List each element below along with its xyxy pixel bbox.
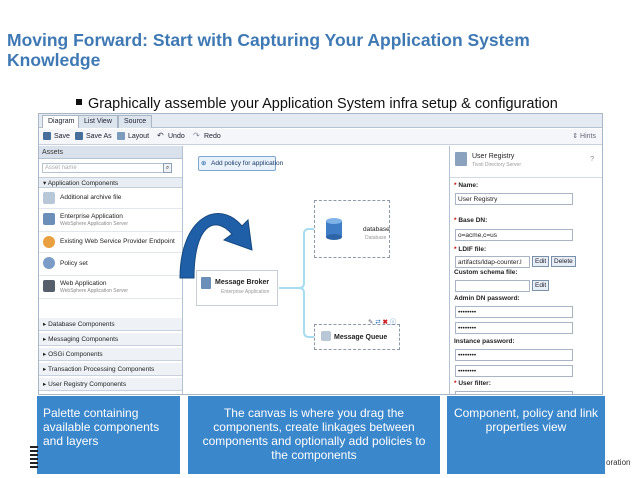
palette-category-user-registry[interactable]: ▸ User Registry Components: [39, 378, 182, 391]
redo-icon: ↷: [193, 131, 200, 140]
asset-search-input[interactable]: Asset name: [42, 163, 168, 173]
policy-set-icon: [43, 257, 55, 269]
web-service-icon: [43, 236, 55, 248]
schema-file-label: Custom schema file:: [454, 269, 518, 276]
ldif-edit-button[interactable]: Edit: [532, 256, 550, 267]
link-broker-database[interactable]: [279, 228, 314, 289]
canvas-callout: The canvas is where you drag the compone…: [188, 396, 440, 474]
view-tabs: Diagram List View Source: [39, 114, 602, 128]
save-icon: [43, 132, 51, 140]
user-registry-icon: [455, 152, 467, 166]
save-button[interactable]: Save: [43, 132, 70, 140]
curved-arrow: [179, 213, 253, 279]
properties-panel: User Registry Tivoli Directory Server ? …: [449, 146, 602, 394]
slide-bullet: Graphically assemble your Application Sy…: [76, 96, 558, 112]
admin-password-confirm[interactable]: ••••••••: [455, 322, 573, 334]
edit-icon[interactable]: ✎: [368, 319, 373, 326]
hints-icon: ⇕: [572, 133, 581, 140]
archive-icon: [43, 192, 55, 204]
palette-category-osgi[interactable]: ▸ OSGi Components: [39, 348, 182, 361]
properties-callout: Component, policy and link properties vi…: [447, 396, 605, 474]
ldif-file-label: * LDIF file:: [454, 246, 487, 253]
info-icon[interactable]: ⓘ: [390, 319, 397, 326]
palette-callout: Palette containing available components …: [37, 396, 180, 474]
palette-group-application-components[interactable]: ▾ Application Components: [39, 177, 182, 188]
ldif-file-field[interactable]: artifacts/ldap-counter.l: [455, 256, 530, 268]
layout-icon: [117, 132, 125, 140]
help-icon[interactable]: ?: [590, 156, 594, 163]
palette-item[interactable]: Policy set: [39, 254, 182, 276]
node-actions: ✎ ⇄ ✖ ⓘ: [368, 316, 396, 326]
palette-category-transaction[interactable]: ▸ Transaction Processing Components: [39, 363, 182, 376]
schema-file-field[interactable]: [455, 280, 530, 292]
name-label: * Name:: [454, 182, 479, 189]
add-policy-button[interactable]: ⊕ Add policy for application: [198, 156, 283, 171]
save-as-icon: [75, 132, 83, 140]
palette-item[interactable]: Existing Web Service Provider Endpoint: [39, 233, 182, 253]
instance-password-field[interactable]: ••••••••: [455, 349, 573, 361]
add-policy-icon: ⊕: [201, 160, 207, 167]
base-dn-field[interactable]: o=acme,c=us: [455, 229, 573, 241]
footer-corner-text: oration: [606, 458, 631, 467]
bullet-marker: [76, 99, 82, 106]
tab-list-view[interactable]: List View: [78, 115, 118, 128]
web-application-icon: [43, 280, 55, 292]
properties-title: User Registry: [472, 153, 515, 160]
logo-stripes-icon: [30, 446, 38, 468]
palette-item[interactable]: Enterprise Application WebSphere Applica…: [39, 210, 182, 232]
palette-item[interactable]: Web Application WebSphere Application Se…: [39, 277, 182, 299]
tab-diagram[interactable]: Diagram: [42, 115, 81, 128]
properties-header: User Registry Tivoli Directory Server ?: [450, 146, 602, 178]
palette-category-messaging[interactable]: ▸ Messaging Components: [39, 333, 182, 346]
schema-edit-button[interactable]: Edit: [532, 280, 550, 291]
palette-category-database[interactable]: ▸ Database Components: [39, 318, 182, 331]
save-as-button[interactable]: Save As: [75, 132, 112, 140]
user-filter-field[interactable]: [455, 391, 573, 394]
hints-button[interactable]: ⇕ Hints: [572, 132, 596, 140]
bullet-text: Graphically assemble your Application Sy…: [88, 96, 558, 112]
user-filter-label: * User filter:: [454, 380, 491, 387]
enterprise-application-icon: [43, 213, 55, 225]
undo-icon: ↶: [157, 131, 164, 140]
diagram-canvas[interactable]: ⊕ Add policy for application Message Brok…: [179, 146, 448, 394]
palette-item[interactable]: Additional archive file: [39, 189, 182, 209]
instance-password-label: Instance password:: [454, 338, 515, 345]
base-dn-label: * Base DN:: [454, 217, 488, 224]
redo-button[interactable]: ↷ Redo: [193, 132, 221, 140]
tab-source[interactable]: Source: [118, 115, 153, 128]
toolbar: Save Save As Layout ↶ Undo ↷ Redo ⇕ Hints: [39, 129, 602, 145]
slide-title: Moving Forward: Start with Capturing You…: [7, 30, 530, 70]
name-field[interactable]: User Registry: [455, 193, 573, 205]
admin-password-field[interactable]: ••••••••: [455, 306, 573, 318]
slide: Moving Forward: Start with Capturing You…: [0, 0, 638, 478]
database-node[interactable]: database Database: [314, 200, 390, 258]
palette-header: Assets: [39, 146, 182, 159]
asset-palette: Assets Asset name ⌕ ▾ Application Compon…: [39, 146, 183, 394]
queue-icon: [321, 331, 331, 341]
message-queue-node[interactable]: Message Queue: [314, 324, 400, 350]
instance-password-confirm[interactable]: ••••••••: [455, 365, 573, 377]
layout-button[interactable]: Layout: [117, 132, 149, 140]
app-window: Diagram List View Source Save Save As La…: [38, 113, 603, 395]
ldif-delete-button[interactable]: Delete: [551, 256, 576, 267]
delete-icon[interactable]: ✖: [383, 319, 388, 326]
link-broker-queue[interactable]: [279, 287, 314, 338]
admin-password-label: Admin DN password:: [454, 295, 520, 302]
properties-subtitle: Tivoli Directory Server: [472, 162, 521, 168]
search-icon[interactable]: ⌕: [163, 163, 172, 173]
link-icon[interactable]: ⇄: [375, 319, 380, 326]
undo-button[interactable]: ↶ Undo: [157, 132, 185, 140]
database-icon: [326, 218, 342, 240]
